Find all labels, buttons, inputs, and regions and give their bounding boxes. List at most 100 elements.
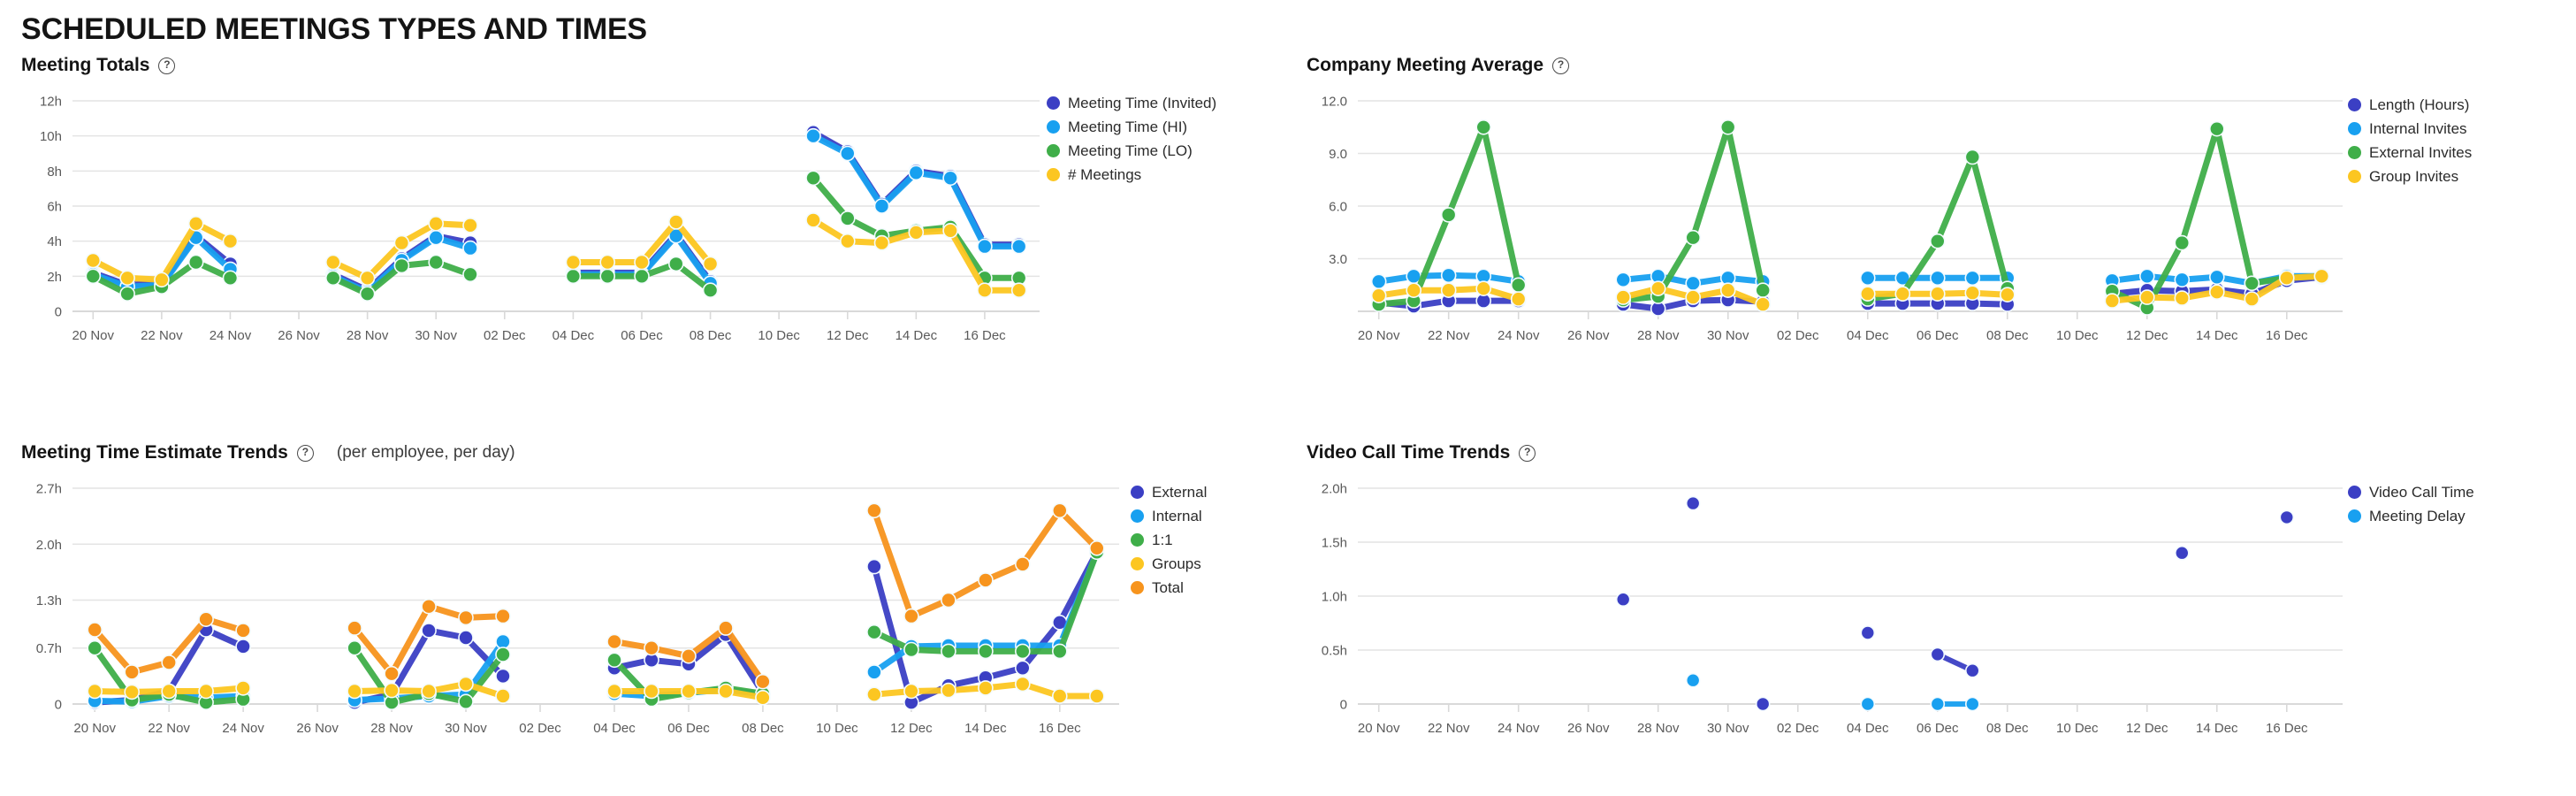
- data-point-marker[interactable]: [1859, 286, 1876, 302]
- data-point-marker[interactable]: [1370, 287, 1387, 303]
- data-point-marker[interactable]: [235, 680, 251, 696]
- data-point-marker[interactable]: [805, 212, 821, 228]
- data-point-marker[interactable]: [187, 254, 204, 271]
- data-point-marker[interactable]: [978, 572, 994, 588]
- data-point-marker[interactable]: [644, 639, 659, 656]
- data-point-marker[interactable]: [718, 620, 734, 636]
- data-point-marker[interactable]: [941, 592, 956, 608]
- data-point-marker[interactable]: [458, 693, 474, 710]
- data-point-marker[interactable]: [1929, 270, 1946, 287]
- data-point-marker[interactable]: [942, 223, 958, 239]
- chart-video-call-time-trends-svg[interactable]: 0 0.5h 1.0h 1.5h 2.0h 20 Nov 22 Nov 24 Nov 26 No…: [1307, 476, 2350, 759]
- data-point-marker[interactable]: [702, 282, 719, 298]
- legend-item[interactable]: Group Invites: [2348, 169, 2472, 184]
- legend-item[interactable]: Meeting Delay: [2348, 509, 2474, 524]
- data-point-marker[interactable]: [1929, 286, 1946, 302]
- data-point-marker[interactable]: [495, 688, 511, 704]
- data-point-marker[interactable]: [428, 216, 445, 232]
- data-point-marker[interactable]: [667, 256, 684, 272]
- data-point-marker[interactable]: [1964, 270, 1981, 287]
- data-point-marker[interactable]: [462, 240, 478, 256]
- data-point-marker[interactable]: [1089, 688, 1105, 704]
- data-point-marker[interactable]: [393, 257, 410, 274]
- help-circle-icon[interactable]: [1519, 444, 1536, 462]
- data-point-marker[interactable]: [1860, 696, 1876, 712]
- data-point-marker[interactable]: [599, 268, 616, 285]
- data-point-marker[interactable]: [942, 170, 958, 187]
- data-point-marker[interactable]: [606, 683, 622, 700]
- data-point-marker[interactable]: [2174, 234, 2191, 251]
- data-point-marker[interactable]: [1015, 660, 1031, 677]
- data-point-marker[interactable]: [1052, 688, 1068, 704]
- data-point-marker[interactable]: [1650, 280, 1666, 296]
- data-point-marker[interactable]: [941, 643, 956, 660]
- data-point-marker[interactable]: [978, 643, 994, 660]
- data-point-marker[interactable]: [1964, 696, 1980, 712]
- data-point-marker[interactable]: [718, 683, 734, 700]
- legend-item[interactable]: Length (Hours): [2348, 97, 2472, 112]
- data-point-marker[interactable]: [908, 165, 925, 181]
- data-point-marker[interactable]: [644, 683, 659, 700]
- data-point-marker[interactable]: [421, 623, 437, 639]
- chart-company-meeting-average-svg[interactable]: 3.0 6.0 9.0 12.0 20 Nov 22 Nov 24 Nov 26 Nov 28 …: [1307, 88, 2350, 363]
- data-point-marker[interactable]: [161, 654, 177, 670]
- data-point-marker[interactable]: [1510, 277, 1527, 294]
- data-point-marker[interactable]: [1999, 287, 2016, 302]
- data-point-marker[interactable]: [393, 234, 410, 251]
- data-point-marker[interactable]: [1615, 289, 1632, 305]
- data-point-marker[interactable]: [941, 682, 956, 699]
- data-point-marker[interactable]: [1929, 233, 1946, 249]
- data-point-marker[interactable]: [866, 686, 882, 702]
- legend-item[interactable]: Internal: [1131, 509, 1207, 524]
- data-point-marker[interactable]: [2174, 290, 2191, 306]
- data-point-marker[interactable]: [2313, 268, 2330, 285]
- data-point-marker[interactable]: [681, 648, 697, 664]
- data-point-marker[interactable]: [87, 683, 103, 700]
- data-point-marker[interactable]: [1052, 502, 1068, 519]
- data-point-marker[interactable]: [1894, 286, 1911, 302]
- data-point-marker[interactable]: [462, 266, 478, 283]
- data-point-marker[interactable]: [667, 214, 684, 230]
- data-point-marker[interactable]: [839, 145, 856, 162]
- data-point-marker[interactable]: [1860, 625, 1876, 640]
- data-point-marker[interactable]: [161, 683, 177, 700]
- data-point-marker[interactable]: [805, 127, 821, 144]
- data-point-marker[interactable]: [359, 286, 376, 302]
- data-point-marker[interactable]: [903, 641, 919, 658]
- help-circle-icon[interactable]: [1552, 57, 1570, 74]
- data-point-marker[interactable]: [1015, 676, 1031, 693]
- data-point-marker[interactable]: [1964, 285, 1981, 301]
- data-point-marker[interactable]: [1615, 272, 1632, 288]
- data-point-marker[interactable]: [903, 683, 919, 700]
- data-point-marker[interactable]: [428, 229, 445, 246]
- data-point-marker[interactable]: [1510, 291, 1527, 307]
- data-point-marker[interactable]: [347, 639, 362, 656]
- data-point-marker[interactable]: [1685, 672, 1701, 688]
- data-point-marker[interactable]: [1406, 282, 1421, 298]
- data-point-marker[interactable]: [681, 683, 697, 700]
- data-point-marker[interactable]: [977, 282, 993, 298]
- data-point-marker[interactable]: [606, 633, 622, 650]
- data-point-marker[interactable]: [903, 608, 919, 624]
- data-point-marker[interactable]: [1089, 540, 1105, 556]
- data-point-marker[interactable]: [2138, 268, 2155, 285]
- data-point-marker[interactable]: [2104, 293, 2121, 309]
- data-point-marker[interactable]: [85, 268, 102, 285]
- legend-item[interactable]: Video Call Time: [2348, 485, 2474, 500]
- data-point-marker[interactable]: [198, 611, 214, 627]
- data-point-marker[interactable]: [755, 690, 771, 706]
- data-point-marker[interactable]: [421, 683, 437, 700]
- data-point-marker[interactable]: [1719, 119, 1736, 135]
- data-point-marker[interactable]: [1964, 149, 1981, 165]
- data-point-marker[interactable]: [565, 268, 582, 285]
- data-point-marker[interactable]: [198, 683, 214, 700]
- data-point-marker[interactable]: [359, 270, 376, 287]
- data-point-marker[interactable]: [2279, 509, 2295, 525]
- data-point-marker[interactable]: [1015, 556, 1031, 572]
- data-point-marker[interactable]: [458, 676, 474, 693]
- data-point-marker[interactable]: [2174, 545, 2190, 561]
- data-point-marker[interactable]: [866, 558, 882, 575]
- legend-item[interactable]: External: [1131, 485, 1207, 500]
- legend-item[interactable]: Internal Invites: [2348, 121, 2472, 136]
- data-point-marker[interactable]: [1755, 296, 1772, 312]
